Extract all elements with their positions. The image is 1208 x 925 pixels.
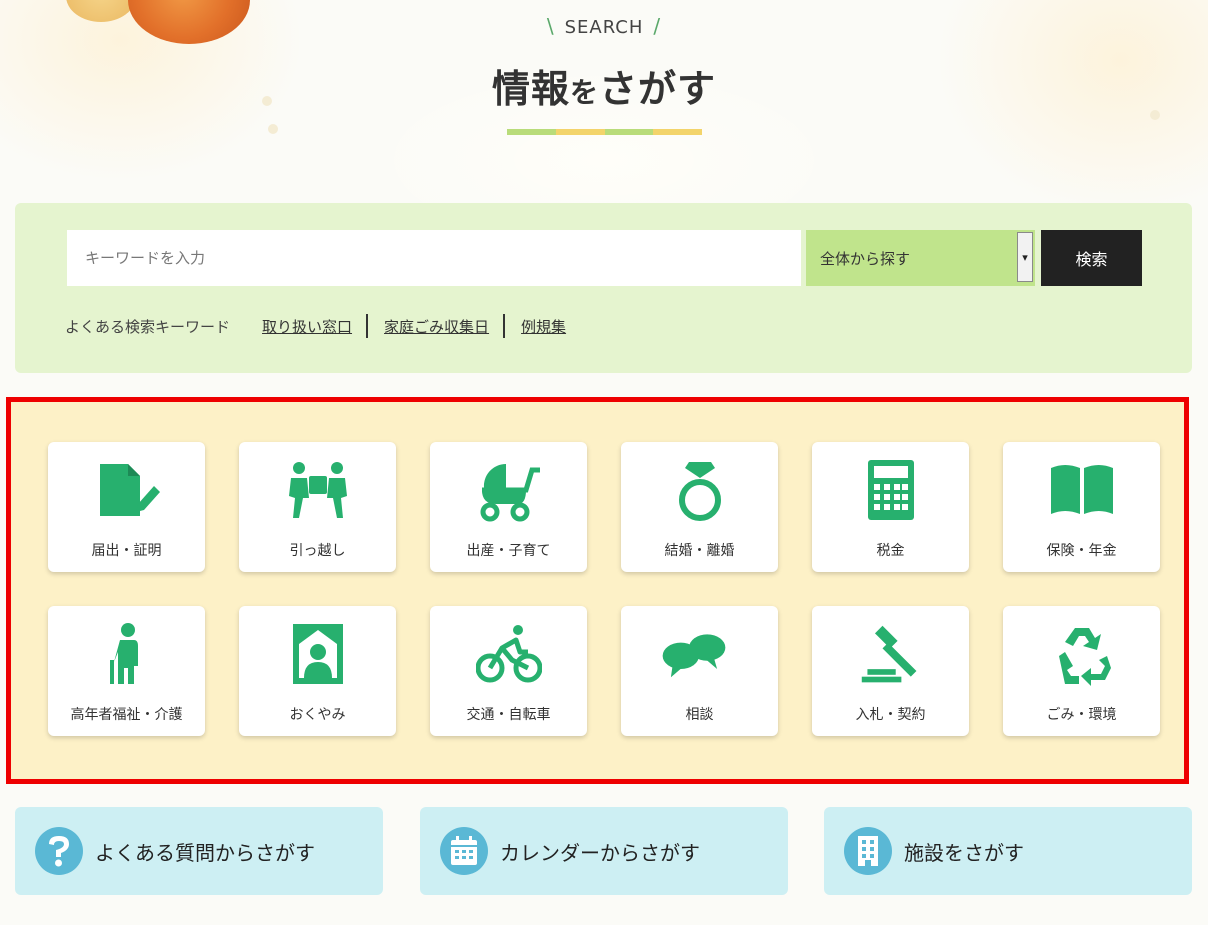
question-icon	[35, 827, 83, 875]
category-label: 相談	[685, 707, 714, 723]
scope-selected-value: 全体から探す	[820, 249, 911, 268]
nav-card-label: カレンダーからさがす	[500, 840, 700, 865]
speech-bubbles-icon	[662, 634, 726, 678]
calendar-icon	[440, 827, 488, 875]
category-tile-childcare[interactable]: 出産・子育て	[430, 442, 587, 572]
search-button[interactable]: 検索	[1041, 230, 1142, 286]
elderly-icon	[110, 623, 138, 684]
underline-segment	[555, 129, 605, 135]
faq-search-card[interactable]: よくある質問からさがす	[15, 807, 383, 895]
divider	[366, 314, 369, 338]
category-tile-notifications[interactable]: 届出・証明	[48, 442, 205, 572]
category-label: 高年者福祉・介護	[70, 707, 183, 723]
keyword-search-input[interactable]	[67, 230, 801, 286]
calculator-icon	[868, 460, 914, 520]
category-label: 結婚・離婚	[664, 543, 735, 559]
slash-left-icon: \	[546, 14, 555, 38]
nav-card-label: よくある質問からさがす	[95, 840, 315, 865]
title-particle: を	[569, 76, 599, 109]
category-label: 交通・自転車	[466, 707, 551, 723]
category-label: 保険・年金	[1046, 543, 1117, 559]
search-scope-select[interactable]: 全体から探す ▾	[806, 230, 1035, 286]
eyebrow-text: SEARCH	[564, 17, 644, 38]
category-tile-bidding[interactable]: 入札・契約	[812, 606, 969, 736]
keyword-link[interactable]: 家庭ごみ収集日	[384, 316, 503, 337]
category-tile-marriage[interactable]: 結婚・離婚	[621, 442, 778, 572]
category-label: 入札・契約	[855, 707, 926, 723]
page-title: 情報をさがす	[0, 58, 1208, 113]
category-tile-moving[interactable]: 引っ越し	[239, 442, 396, 572]
category-tile-environment[interactable]: ごみ・環境	[1003, 606, 1160, 736]
category-label: 出産・子育て	[466, 543, 551, 559]
book-icon	[1051, 465, 1113, 514]
ring-icon	[679, 462, 721, 521]
building-icon	[844, 827, 892, 875]
divider	[503, 314, 506, 338]
category-label: ごみ・環境	[1046, 707, 1117, 723]
calendar-search-card[interactable]: カレンダーからさがす	[420, 807, 788, 895]
keyword-link[interactable]: 例規集	[521, 316, 580, 337]
popular-keywords-label: よくある検索キーワード	[65, 317, 231, 336]
recycle-icon	[1053, 628, 1111, 686]
facility-search-card[interactable]: 施設をさがす	[824, 807, 1192, 895]
slash-right-icon: /	[653, 14, 662, 38]
category-tile-elderly-care[interactable]: 高年者福祉・介護	[48, 606, 205, 736]
title-part: さがす	[599, 67, 717, 111]
category-grid: 届出・証明 引っ越し 出産・子育て 結婚・離婚 税金 保険・年金 高年者福祉・介…	[6, 397, 1189, 784]
title-underline	[507, 129, 702, 135]
underline-segment	[604, 129, 654, 135]
chevron-down-icon[interactable]: ▾	[1017, 232, 1033, 282]
moving-icon	[289, 462, 347, 518]
nav-card-label: 施設をさがす	[904, 840, 1024, 865]
stroller-icon	[480, 463, 540, 522]
bicycle-icon	[476, 625, 542, 683]
decorative-dot	[268, 124, 278, 134]
category-tile-taxes[interactable]: 税金	[812, 442, 969, 572]
document-edit-icon	[100, 464, 160, 516]
gavel-icon	[861, 625, 917, 683]
search-panel: 全体から探す ▾ 検索 よくある検索キーワード 取り扱い窓口 家庭ごみ収集日 例…	[15, 203, 1192, 373]
section-eyebrow: \ SEARCH /	[0, 14, 1208, 38]
underline-segment	[653, 129, 702, 135]
underline-segment	[507, 129, 556, 135]
category-tile-consultation[interactable]: 相談	[621, 606, 778, 736]
title-part: 情報	[491, 67, 570, 111]
portrait-frame-icon	[293, 624, 343, 684]
category-tile-traffic[interactable]: 交通・自転車	[430, 606, 587, 736]
category-label: おくやみ	[289, 707, 346, 723]
popular-keywords: よくある検索キーワード 取り扱い窓口 家庭ごみ収集日 例規集	[65, 313, 580, 339]
category-label: 引っ越し	[289, 543, 346, 559]
category-label: 税金	[876, 543, 905, 559]
category-tile-bereavement[interactable]: おくやみ	[239, 606, 396, 736]
category-tile-insurance[interactable]: 保険・年金	[1003, 442, 1160, 572]
category-label: 届出・証明	[91, 543, 162, 559]
keyword-link[interactable]: 取り扱い窓口	[262, 316, 366, 337]
